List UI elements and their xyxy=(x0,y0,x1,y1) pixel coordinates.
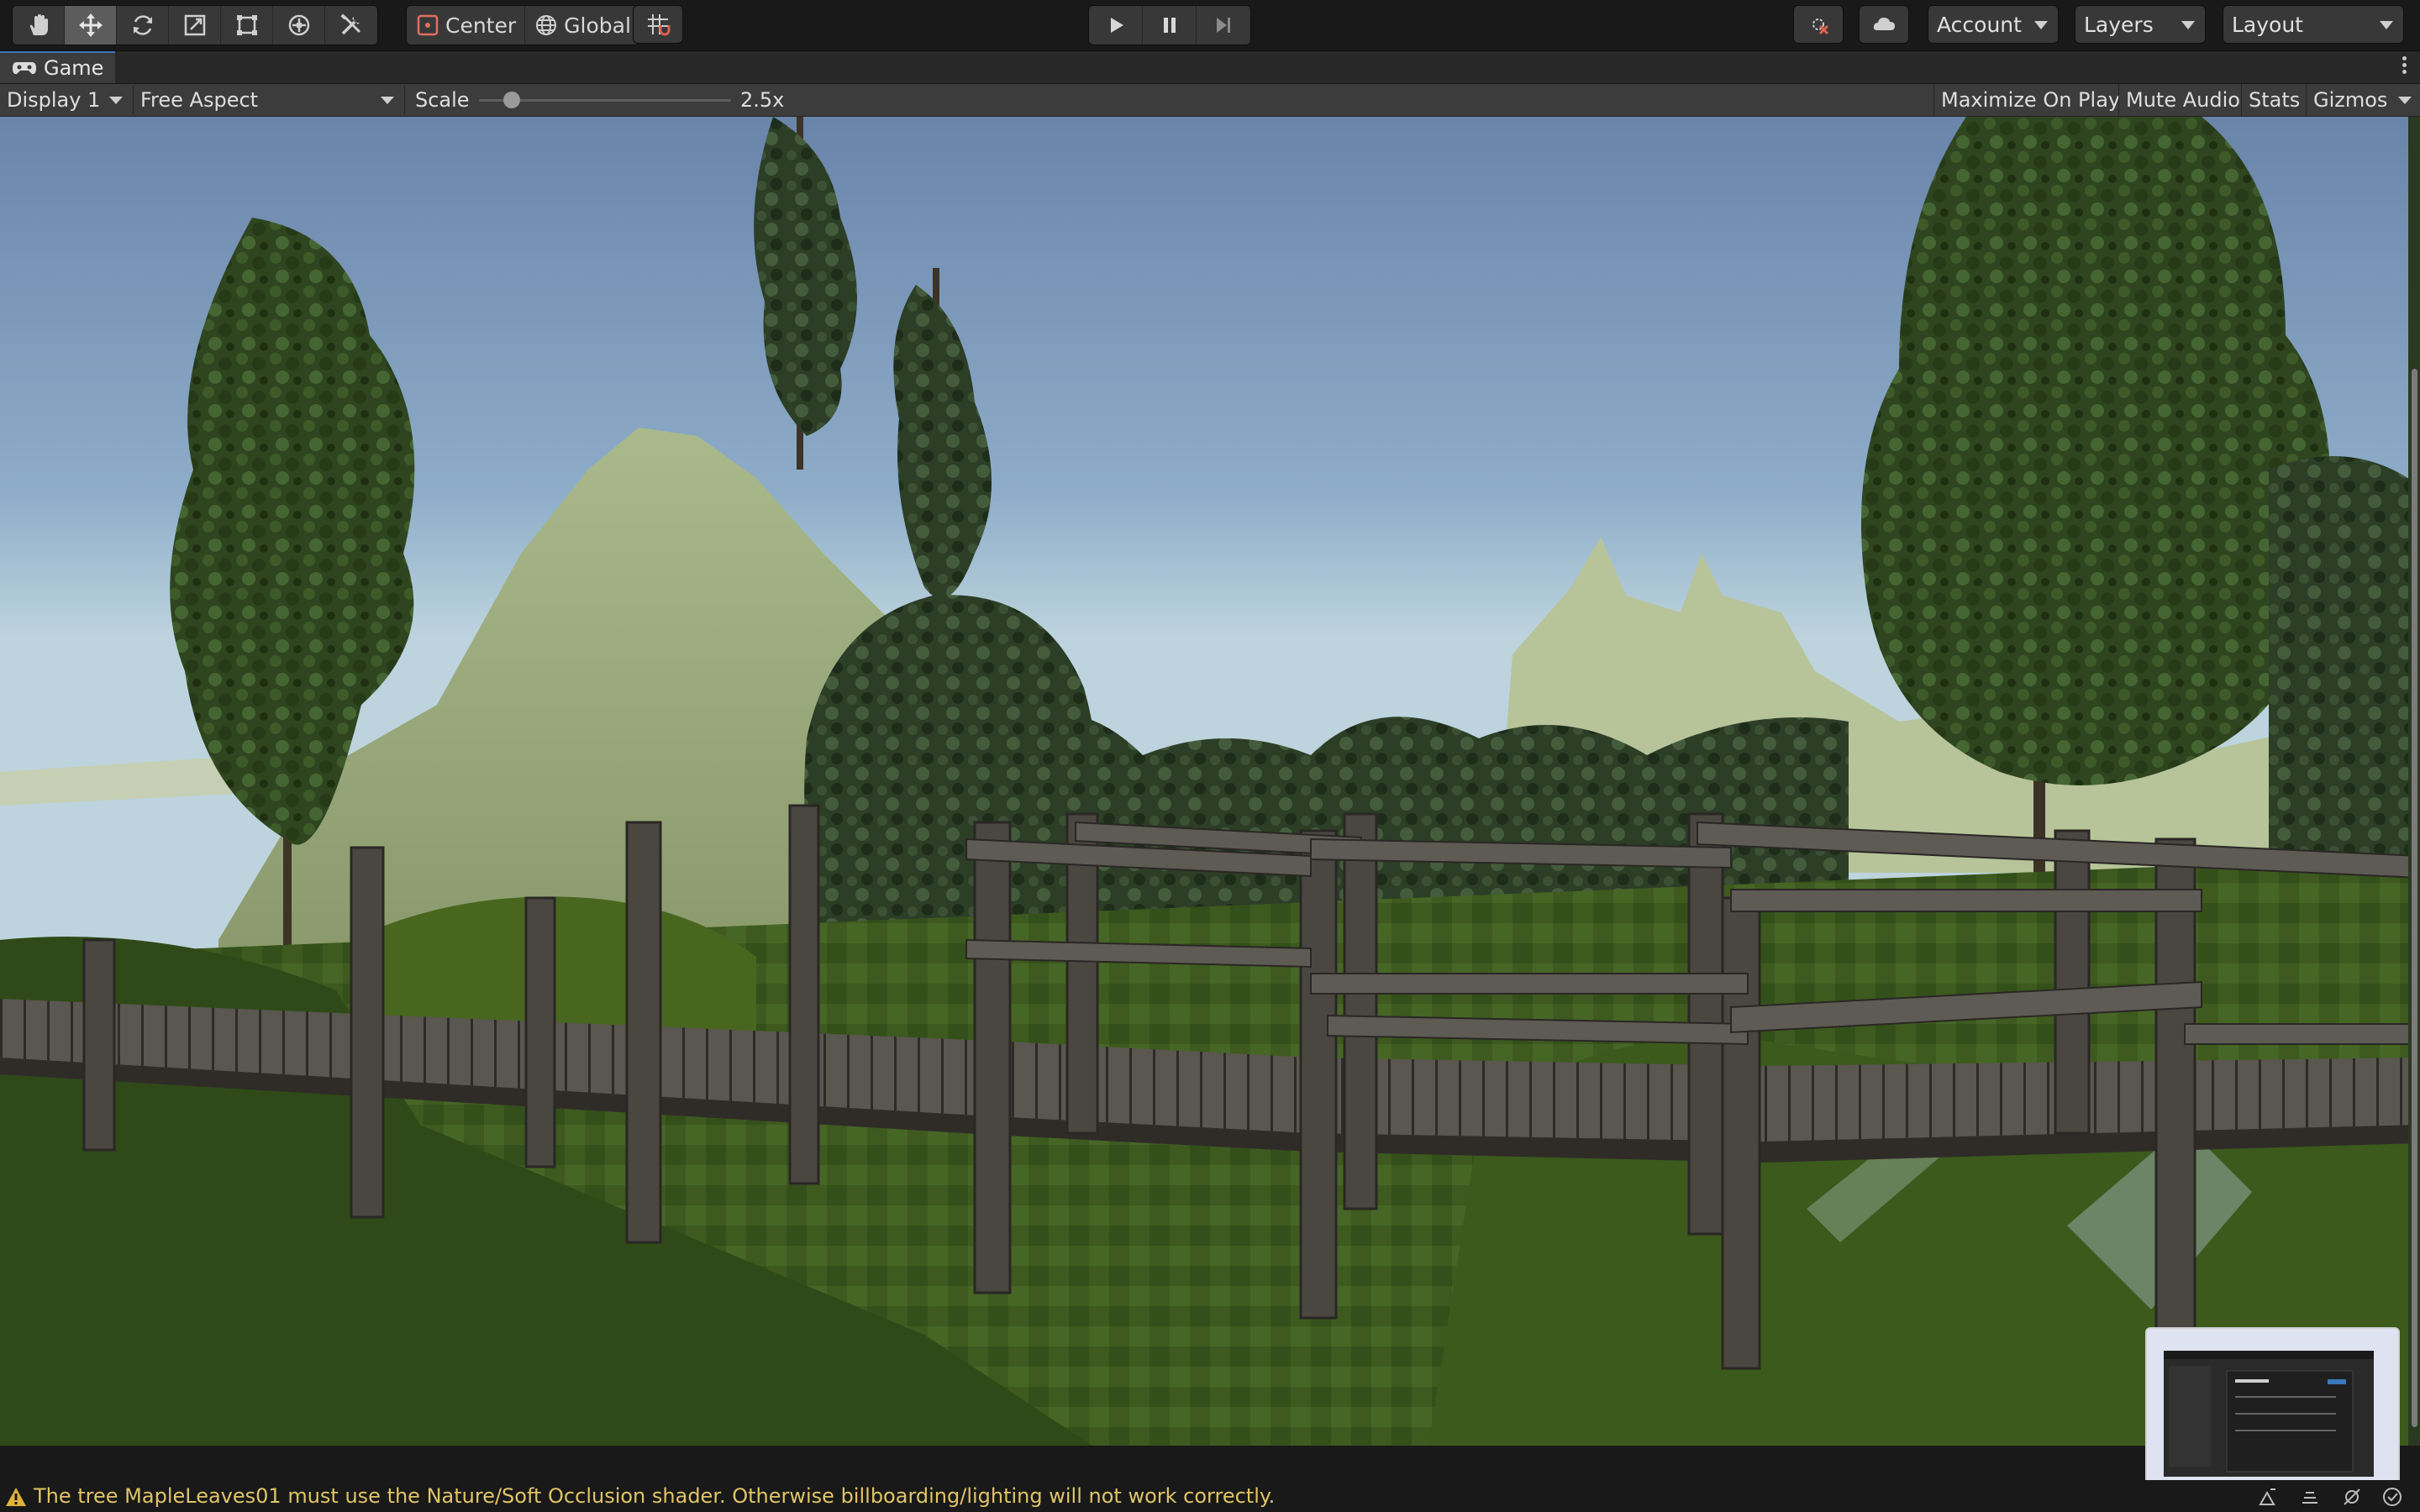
transform-icon xyxy=(288,14,309,36)
pivot-center-label: Center xyxy=(445,13,517,38)
mute-audio-label: Mute Audio xyxy=(2126,88,2240,112)
gizmos-label: Gizmos xyxy=(2313,88,2388,112)
grid-snap-icon xyxy=(648,14,671,36)
pause-icon xyxy=(1163,18,1176,33)
layout-label: Layout xyxy=(2232,12,2303,37)
status-bar[interactable]: The tree MapleLeaves01 must use the Natu… xyxy=(0,1480,2420,1512)
layout-dropdown[interactable]: Layout xyxy=(2223,5,2404,44)
pause-button[interactable] xyxy=(1143,6,1197,45)
status-message: The tree MapleLeaves01 must use the Natu… xyxy=(34,1484,1276,1508)
pivot-center-button[interactable]: Center xyxy=(407,6,526,45)
cloud-icon xyxy=(1873,18,1895,30)
thumbnail-image xyxy=(2147,1329,2398,1488)
game-viewport[interactable] xyxy=(0,117,2420,1446)
warning-icon xyxy=(6,1488,26,1506)
transform-tool-button[interactable] xyxy=(273,6,325,45)
pivot-center-icon xyxy=(417,14,439,36)
rotate-tool-button[interactable] xyxy=(117,6,169,45)
hand-icon xyxy=(29,14,48,35)
pivot-global-label: Global xyxy=(564,13,631,38)
main-toolbar: Center Global Account Layers Layout xyxy=(0,0,2420,51)
move-icon xyxy=(78,13,103,37)
tab-game-label: Game xyxy=(44,56,104,80)
game-scene-render xyxy=(0,117,2420,1446)
game-view-toolbar: Display 1 Free Aspect Scale 2.5x Maximiz… xyxy=(0,84,2420,117)
pivot-global-button[interactable]: Global xyxy=(525,6,639,45)
progress-check-icon[interactable] xyxy=(2381,1486,2403,1508)
chevron-down-icon xyxy=(2034,21,2048,29)
debug-icon[interactable] xyxy=(2341,1486,2363,1508)
gamepad-icon xyxy=(13,62,36,75)
display-label: Display 1 xyxy=(7,88,101,112)
grid-snap-button[interactable] xyxy=(633,5,683,44)
aspect-dropdown[interactable]: Free Aspect xyxy=(134,84,402,116)
step-icon xyxy=(1217,18,1230,33)
aspect-label: Free Aspect xyxy=(140,88,259,112)
chevron-down-icon xyxy=(381,97,394,104)
lighting-icon[interactable] xyxy=(2257,1486,2279,1508)
rect-icon xyxy=(236,15,257,35)
play-button[interactable] xyxy=(1089,6,1143,45)
custom-tool-button[interactable] xyxy=(325,6,377,45)
chevron-down-icon xyxy=(109,97,123,104)
cloud-button[interactable] xyxy=(1859,5,1909,44)
pivot-toggles: Center Global xyxy=(406,5,640,45)
scale-slider-thumb[interactable] xyxy=(503,92,520,108)
collab-icon xyxy=(1812,18,1829,35)
play-icon xyxy=(1110,18,1123,33)
layers-dropdown[interactable]: Layers xyxy=(2075,5,2206,44)
playmode-controls xyxy=(1088,5,1251,45)
more-options-icon[interactable] xyxy=(2400,56,2408,78)
tab-game[interactable]: Game xyxy=(0,51,116,83)
account-label: Account xyxy=(1937,12,2022,37)
mute-audio-toggle[interactable]: Mute Audio xyxy=(2118,84,2247,116)
hand-tool-button[interactable] xyxy=(13,6,65,45)
scale-label: Scale xyxy=(415,88,470,112)
stats-label: Stats xyxy=(2249,88,2301,112)
step-button[interactable] xyxy=(1197,6,1250,45)
display-dropdown[interactable]: Display 1 xyxy=(0,84,131,116)
window-tab-bar: Game xyxy=(0,51,2420,84)
globe-icon xyxy=(536,15,557,35)
chevron-down-icon xyxy=(2181,21,2195,29)
stats-toggle[interactable]: Stats xyxy=(2241,84,2307,116)
viewport-scrollbar-thumb[interactable] xyxy=(2412,369,2417,1427)
screenshot-preview-thumbnail[interactable] xyxy=(2145,1327,2400,1489)
tools-icon xyxy=(340,13,361,35)
scale-value: 2.5x xyxy=(740,88,785,112)
account-dropdown[interactable]: Account xyxy=(1928,5,2059,44)
move-tool-button[interactable] xyxy=(65,6,117,45)
maximize-on-play-toggle[interactable]: Maximize On Play xyxy=(1933,84,2127,116)
layers-label: Layers xyxy=(2084,12,2154,37)
collab-button[interactable] xyxy=(1793,5,1844,44)
bake-icon[interactable] xyxy=(2299,1486,2321,1508)
chevron-down-icon xyxy=(2380,21,2393,29)
viewport-scrollbar[interactable] xyxy=(2408,117,2420,1446)
transform-tools xyxy=(12,5,378,45)
gizmos-toggle[interactable]: Gizmos xyxy=(2306,84,2420,116)
maximize-on-play-label: Maximize On Play xyxy=(1941,88,2121,112)
scale-icon xyxy=(184,14,205,36)
scale-tool-button[interactable] xyxy=(169,6,221,45)
rotate-icon xyxy=(133,15,152,35)
chevron-down-icon xyxy=(2398,97,2412,104)
rect-tool-button[interactable] xyxy=(221,6,273,45)
